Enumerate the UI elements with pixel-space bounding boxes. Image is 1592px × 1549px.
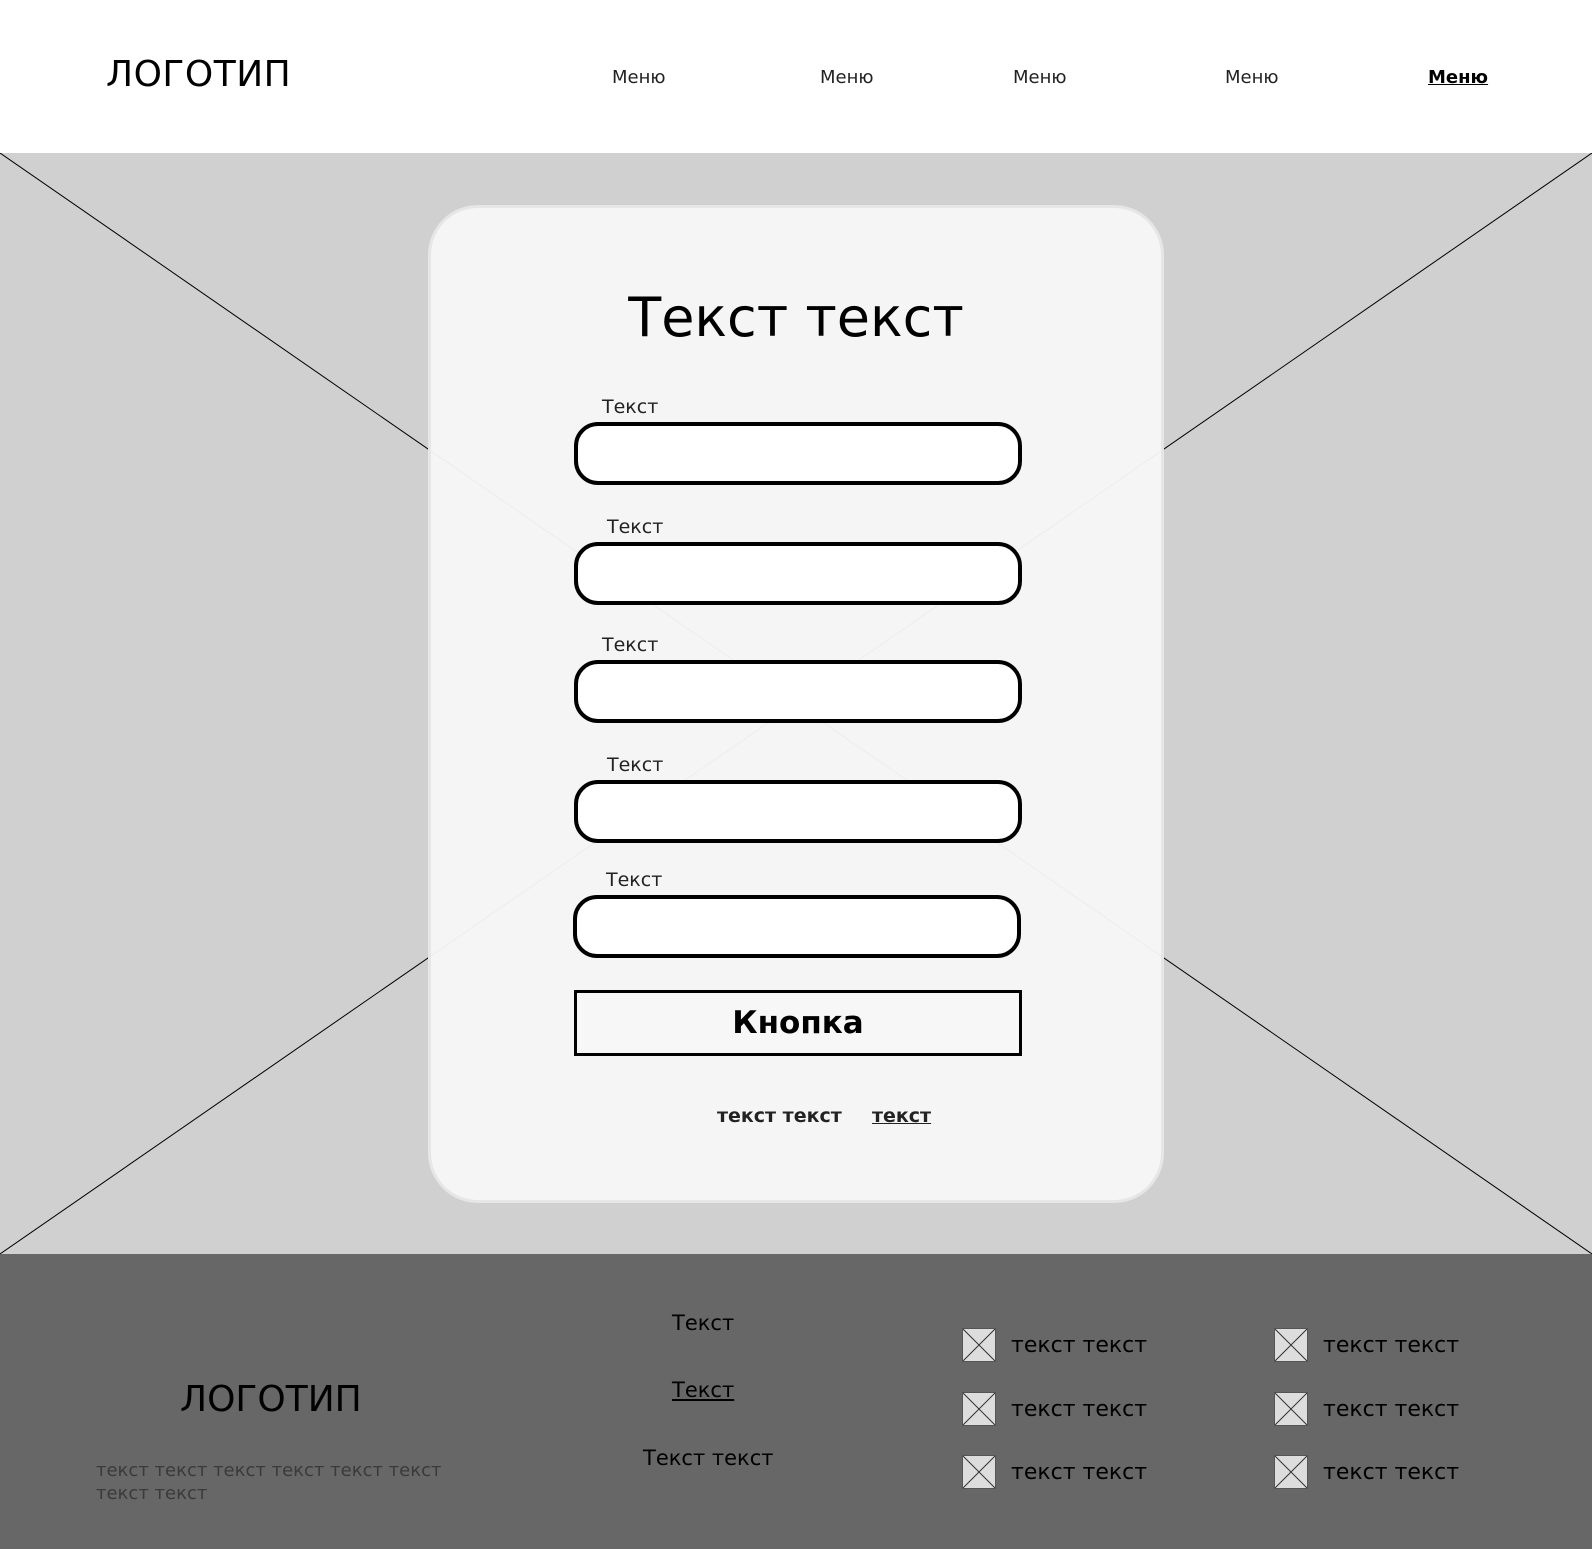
submit-button[interactable]: Кнопка — [574, 990, 1022, 1056]
form-input-5[interactable] — [573, 895, 1021, 958]
nav-menu-3[interactable]: Меню — [1013, 67, 1067, 88]
image-placeholder-icon — [1274, 1392, 1308, 1426]
image-placeholder-icon — [962, 1455, 996, 1489]
site-header: ЛОГОТИП Меню Меню Меню Меню Меню — [0, 0, 1592, 153]
footer-item-text: текст текст — [1011, 1459, 1148, 1485]
footer-item-c1-2[interactable]: текст текст — [962, 1392, 1147, 1426]
form-input-4[interactable] — [574, 780, 1022, 843]
form-input-2[interactable] — [574, 542, 1022, 605]
footer-item-c2-3[interactable]: текст текст — [1274, 1455, 1459, 1489]
nav-menu-5-active[interactable]: Меню — [1428, 67, 1488, 88]
footer-link-3[interactable]: Текст текст — [643, 1446, 774, 1470]
footer-link-1[interactable]: Текст — [672, 1311, 734, 1335]
field-label-4: Текст — [607, 754, 664, 776]
footer-item-text: текст текст — [1011, 1332, 1148, 1358]
hero-section: Текст текст Текст Текст Текст Текст Текс… — [0, 153, 1592, 1254]
header-logo[interactable]: ЛОГОТИП — [106, 54, 291, 95]
footer-item-c2-2[interactable]: текст текст — [1274, 1392, 1459, 1426]
field-label-2: Текст — [607, 516, 664, 538]
image-placeholder-icon — [962, 1392, 996, 1426]
footer-item-text: текст текст — [1011, 1396, 1148, 1422]
form-title: Текст текст — [628, 286, 964, 349]
footer-description: текст текст текст текст текст текст текс… — [96, 1460, 442, 1504]
field-label-5: Текст — [606, 869, 663, 891]
nav-menu-2[interactable]: Меню — [820, 67, 874, 88]
footer-item-text: текст текст — [1323, 1459, 1460, 1485]
footer-item-text: текст текст — [1323, 1332, 1460, 1358]
field-label-3: Текст — [602, 634, 659, 656]
image-placeholder-icon — [1274, 1455, 1308, 1489]
footer-item-c1-1[interactable]: текст текст — [962, 1328, 1147, 1362]
image-placeholder-icon — [1274, 1328, 1308, 1362]
footer-logo[interactable]: ЛОГОТИП — [180, 1379, 362, 1420]
nav-menu-4[interactable]: Меню — [1225, 67, 1279, 88]
footer-item-text: текст текст — [1323, 1396, 1460, 1422]
footer-link-2[interactable]: Текст — [672, 1378, 734, 1402]
footer-item-c1-3[interactable]: текст текст — [962, 1455, 1147, 1489]
form-input-3[interactable] — [574, 660, 1022, 723]
site-footer: ЛОГОТИП текст текст текст текст текст те… — [0, 1254, 1592, 1549]
image-placeholder-icon — [962, 1328, 996, 1362]
footer-item-c2-1[interactable]: текст текст — [1274, 1328, 1459, 1362]
nav-menu-1[interactable]: Меню — [612, 67, 666, 88]
form-card: Текст текст Текст Текст Текст Текст Текс… — [428, 205, 1164, 1203]
form-link[interactable]: текст — [872, 1105, 931, 1127]
field-label-1: Текст — [602, 396, 659, 418]
form-note-text: текст текст — [717, 1105, 842, 1127]
form-input-1[interactable] — [574, 422, 1022, 485]
